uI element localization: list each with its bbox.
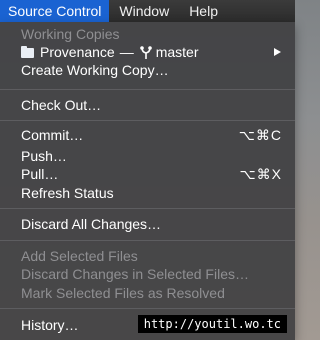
- watermark: http://youtil.wo.tc: [137, 315, 287, 333]
- pull-label: Pull…: [21, 166, 59, 182]
- menubar-source-control[interactable]: Source Control: [0, 0, 110, 22]
- menu-item-create-working-copy[interactable]: Create Working Copy…: [0, 61, 295, 79]
- menu-item-pull[interactable]: Pull… ⌥⌘X: [0, 165, 295, 183]
- menu-separator: [0, 208, 295, 209]
- menubar-window[interactable]: Window: [109, 0, 179, 22]
- menu-item-check-out[interactable]: Check Out…: [0, 96, 295, 114]
- repository-separator: —: [119, 44, 134, 60]
- menu-item-push[interactable]: Push…: [0, 147, 295, 165]
- submenu-arrow-icon: [274, 48, 281, 56]
- menu-item-discard-all-changes[interactable]: Discard All Changes…: [0, 215, 295, 233]
- source-control-menu: Working Copies Provenance — master Creat…: [0, 22, 295, 340]
- branch-name: master: [155, 44, 199, 60]
- menu-item-mark-resolved[interactable]: Mark Selected Files as Resolved: [0, 284, 295, 302]
- menu-separator: [0, 308, 295, 309]
- menu-bar: Source Control Window Help: [0, 0, 295, 22]
- menu-item-provenance[interactable]: Provenance — master: [0, 43, 295, 61]
- menu-item-refresh-status[interactable]: Refresh Status: [0, 184, 295, 202]
- menubar-help[interactable]: Help: [179, 0, 228, 22]
- menu-separator: [0, 120, 295, 121]
- commit-label: Commit…: [21, 127, 84, 143]
- repository-name: Provenance: [40, 44, 115, 60]
- pull-shortcut: ⌥⌘X: [239, 165, 282, 182]
- working-copies-header: Working Copies: [21, 26, 120, 42]
- branch-icon: [139, 45, 152, 59]
- menu-separator: [0, 240, 295, 241]
- menu-item-commit[interactable]: Commit… ⌥⌘C: [0, 126, 295, 144]
- folder-icon: [21, 46, 34, 58]
- menu-item-discard-selected-changes[interactable]: Discard Changes in Selected Files…: [0, 265, 295, 283]
- commit-shortcut: ⌥⌘C: [238, 126, 282, 143]
- menu-separator: [0, 89, 295, 90]
- menu-item-add-selected-files[interactable]: Add Selected Files: [0, 247, 295, 265]
